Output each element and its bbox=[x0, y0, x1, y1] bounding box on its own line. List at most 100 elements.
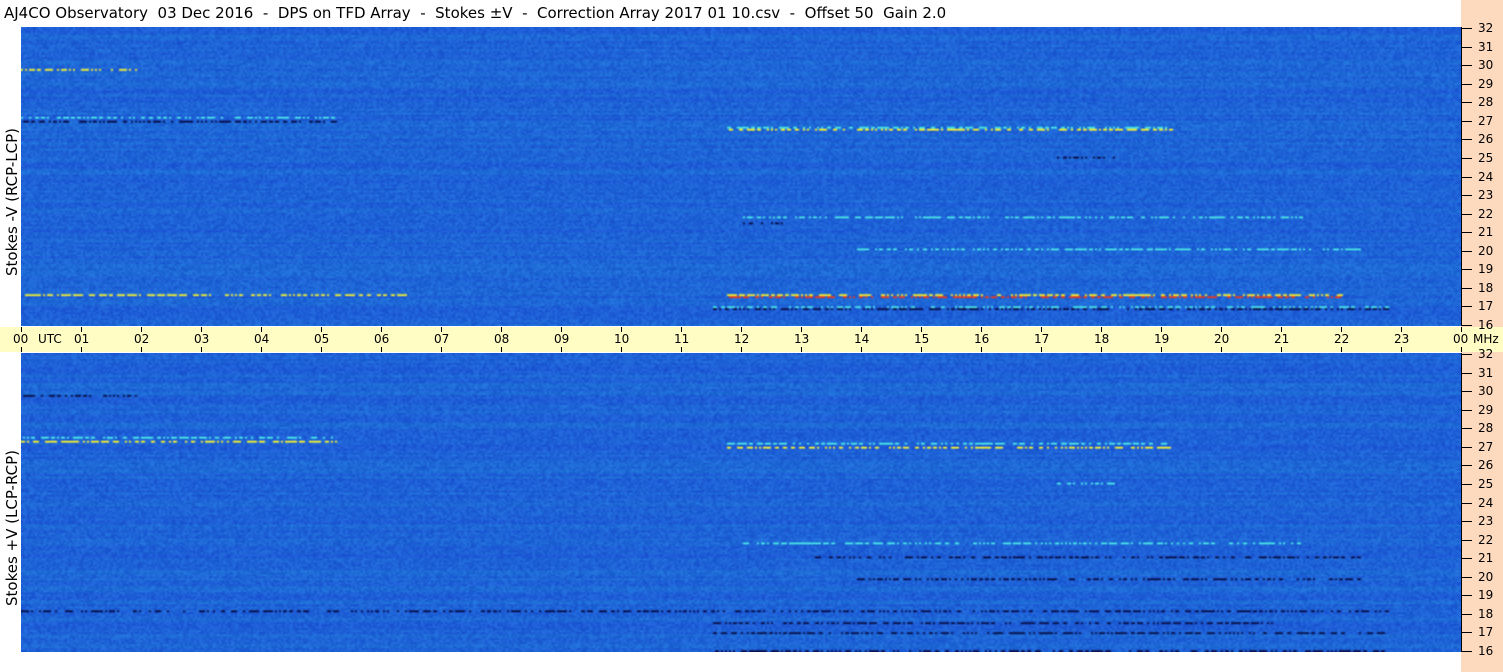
frequency-tick-label: 24 bbox=[1478, 170, 1494, 184]
heatmap-stokes-plus-v bbox=[21, 353, 1462, 652]
frequency-tick-mark bbox=[1462, 651, 1472, 652]
frequency-tick-mark bbox=[1462, 428, 1472, 429]
time-tick-mark bbox=[1461, 347, 1462, 352]
time-unit-label: UTC bbox=[38, 332, 62, 346]
time-tick-mark bbox=[501, 327, 502, 332]
time-tick-mark bbox=[621, 347, 622, 352]
time-tick-mark bbox=[321, 327, 322, 332]
time-tick-mark bbox=[981, 347, 982, 352]
time-tick-mark bbox=[381, 347, 382, 352]
frequency-tick-mark bbox=[1462, 521, 1472, 522]
time-tick-mark bbox=[561, 327, 562, 332]
frequency-tick-label: 16 bbox=[1478, 644, 1494, 658]
time-tick-mark bbox=[81, 327, 82, 332]
time-tick-label: 20 bbox=[1214, 332, 1230, 346]
time-tick-label: 18 bbox=[1094, 332, 1110, 346]
frequency-tick-label: 19 bbox=[1478, 588, 1494, 602]
frequency-tick-mark bbox=[1462, 177, 1472, 178]
frequency-tick-mark bbox=[1462, 65, 1472, 66]
time-tick-mark bbox=[801, 347, 802, 352]
time-tick-label: 01 bbox=[74, 332, 90, 346]
time-tick-mark bbox=[1221, 347, 1222, 352]
time-tick-label: 13 bbox=[794, 332, 810, 346]
frequency-tick-label: 23 bbox=[1478, 188, 1494, 202]
time-tick-mark bbox=[321, 347, 322, 352]
time-tick-mark bbox=[1041, 347, 1042, 352]
frequency-tick-mark bbox=[1462, 84, 1472, 85]
time-tick-mark bbox=[141, 327, 142, 332]
frequency-tick-label: 18 bbox=[1478, 607, 1494, 621]
y-axis-label-top: Stokes -V (RCP-LCP) bbox=[3, 128, 21, 276]
frequency-tick-label: 26 bbox=[1478, 458, 1494, 472]
time-tick-label: 16 bbox=[974, 332, 990, 346]
time-tick-label: 21 bbox=[1274, 332, 1290, 346]
frequency-tick-mark bbox=[1462, 139, 1472, 140]
frequency-tick-mark bbox=[1462, 121, 1472, 122]
time-tick-mark bbox=[1401, 347, 1402, 352]
frequency-tick-mark bbox=[1462, 325, 1472, 326]
frequency-tick-label: 30 bbox=[1478, 58, 1494, 72]
frequency-tick-label: 27 bbox=[1478, 114, 1494, 128]
frequency-tick-label: 18 bbox=[1478, 281, 1494, 295]
time-tick-mark bbox=[201, 327, 202, 332]
frequency-tick-label: 27 bbox=[1478, 440, 1494, 454]
frequency-tick-label: 32 bbox=[1478, 21, 1494, 35]
frequency-tick-mark bbox=[1462, 195, 1472, 196]
frequency-tick-mark bbox=[1462, 614, 1472, 615]
time-tick-label: 06 bbox=[374, 332, 390, 346]
chart-title: AJ4CO Observatory 03 Dec 2016 - DPS on T… bbox=[4, 4, 947, 22]
frequency-tick-mark bbox=[1462, 577, 1472, 578]
frequency-tick-label: 29 bbox=[1478, 77, 1494, 91]
frequency-tick-label: 32 bbox=[1478, 347, 1494, 361]
frequency-tick-label: 28 bbox=[1478, 421, 1494, 435]
frequency-tick-label: 20 bbox=[1478, 570, 1494, 584]
time-tick-label: 10 bbox=[614, 332, 630, 346]
frequency-tick-mark bbox=[1462, 540, 1472, 541]
time-tick-mark bbox=[441, 347, 442, 352]
frequency-tick-mark bbox=[1462, 373, 1472, 374]
time-tick-label: 00 bbox=[13, 332, 29, 346]
time-tick-mark bbox=[501, 347, 502, 352]
time-tick-label: 02 bbox=[134, 332, 150, 346]
frequency-tick-label: 24 bbox=[1478, 496, 1494, 510]
time-tick-mark bbox=[921, 347, 922, 352]
time-tick-mark bbox=[1461, 327, 1462, 332]
time-tick-mark bbox=[81, 347, 82, 352]
time-tick-label: 04 bbox=[254, 332, 270, 346]
time-tick-mark bbox=[261, 347, 262, 352]
time-tick-mark bbox=[1281, 327, 1282, 332]
frequency-tick-mark bbox=[1462, 558, 1472, 559]
time-tick-mark bbox=[1161, 347, 1162, 352]
frequency-tick-label: 26 bbox=[1478, 132, 1494, 146]
time-tick-mark bbox=[1341, 327, 1342, 332]
time-tick-mark bbox=[1041, 327, 1042, 332]
time-tick-mark bbox=[1101, 347, 1102, 352]
frequency-tick-mark bbox=[1462, 47, 1472, 48]
time-tick-label: 19 bbox=[1154, 332, 1170, 346]
frequency-unit-label: MHz bbox=[1473, 332, 1499, 346]
time-tick-mark bbox=[1221, 327, 1222, 332]
frequency-tick-label: 17 bbox=[1478, 299, 1494, 313]
frequency-tick-mark bbox=[1462, 503, 1472, 504]
frequency-tick-label: 22 bbox=[1478, 207, 1494, 221]
y-axis-label-bottom: Stokes +V (LCP-RCP) bbox=[3, 450, 21, 606]
frequency-tick-mark bbox=[1462, 354, 1472, 355]
frequency-tick-label: 19 bbox=[1478, 262, 1494, 276]
time-tick-mark bbox=[201, 347, 202, 352]
frequency-tick-label: 17 bbox=[1478, 625, 1494, 639]
time-tick-label: 00 bbox=[1453, 332, 1469, 346]
frequency-tick-label: 21 bbox=[1478, 225, 1494, 239]
time-tick-label: 03 bbox=[194, 332, 210, 346]
time-tick-mark bbox=[21, 327, 22, 332]
frequency-tick-mark bbox=[1462, 288, 1472, 289]
frequency-tick-label: 16 bbox=[1478, 318, 1494, 332]
time-tick-mark bbox=[741, 327, 742, 332]
frequency-tick-mark bbox=[1462, 102, 1472, 103]
time-tick-label: 11 bbox=[674, 332, 690, 346]
frequency-tick-mark bbox=[1462, 465, 1472, 466]
frequency-tick-mark bbox=[1462, 28, 1472, 29]
time-tick-mark bbox=[681, 347, 682, 352]
frequency-tick-mark bbox=[1462, 306, 1472, 307]
time-tick-mark bbox=[801, 327, 802, 332]
time-tick-label: 05 bbox=[314, 332, 330, 346]
